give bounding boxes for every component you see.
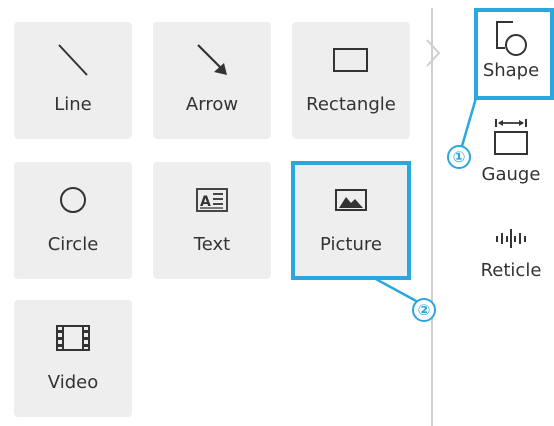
callout-leaders [373,97,478,304]
tool-panel: Line Arrow Rectangle Circle A Text Pictu… [0,0,554,426]
callout-badge-2: ② [412,298,436,322]
callout-badge-1: ① [447,145,471,169]
